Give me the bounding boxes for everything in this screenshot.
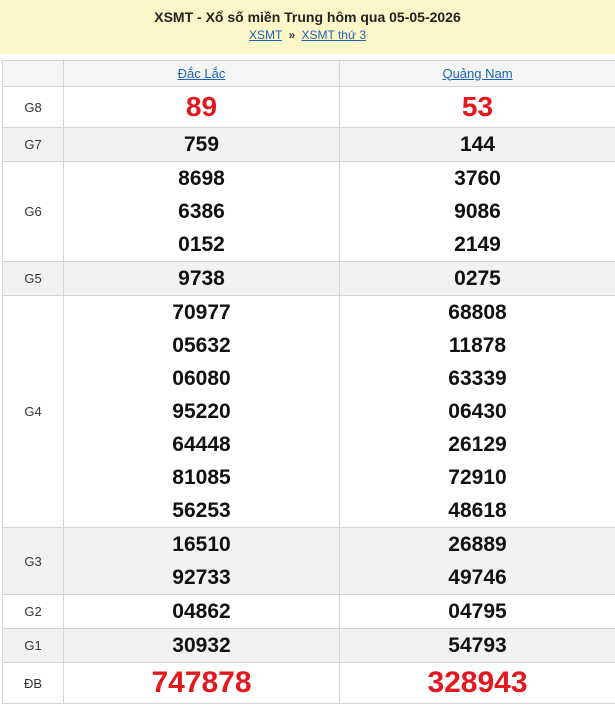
prize-number: 2149 bbox=[454, 233, 501, 256]
prize-number: 0275 bbox=[454, 267, 501, 290]
prize-number: 144 bbox=[459, 133, 496, 156]
prize-row: G1 30932 54793 bbox=[2, 628, 615, 663]
table-header-row: Đắc Lắc Quảng Nam bbox=[2, 60, 615, 87]
prize-cell: 759 bbox=[63, 127, 340, 162]
prize-number: 70977 bbox=[172, 301, 231, 324]
prize-number: 92733 bbox=[172, 566, 231, 589]
prize-number: 81085 bbox=[172, 466, 231, 489]
prize-cell: 26889 49746 bbox=[339, 527, 615, 595]
prize-number: 63339 bbox=[448, 367, 507, 390]
prize-cell: 04862 bbox=[63, 594, 340, 629]
prize-number: 53 bbox=[461, 91, 494, 122]
prize-number: 747878 bbox=[151, 666, 252, 699]
prize-number: 05632 bbox=[172, 334, 231, 357]
prize-label: G2 bbox=[2, 594, 64, 629]
prize-label: G6 bbox=[2, 161, 64, 262]
prize-label: G7 bbox=[2, 127, 64, 162]
prize-number: 0152 bbox=[178, 233, 225, 256]
prize-number: 72910 bbox=[448, 466, 507, 489]
prize-number: 26889 bbox=[448, 533, 507, 556]
prize-row: G3 16510 92733 26889 49746 bbox=[2, 527, 615, 595]
prize-row: G2 04862 04795 bbox=[2, 594, 615, 629]
province-header: Đắc Lắc bbox=[63, 60, 340, 87]
prize-cell: 747878 bbox=[63, 662, 340, 704]
prize-number: 328943 bbox=[427, 666, 528, 699]
page-header: XSMT - Xổ số miền Trung hôm qua 05-05-20… bbox=[0, 0, 615, 54]
prize-label: G5 bbox=[2, 261, 64, 296]
prize-cell: 328943 bbox=[339, 662, 615, 704]
prize-number: 16510 bbox=[172, 533, 231, 556]
prize-cell: 3760 9086 2149 bbox=[339, 161, 615, 262]
prize-number: 54793 bbox=[448, 634, 507, 657]
prize-cell: 53 bbox=[339, 86, 615, 128]
prize-number: 11878 bbox=[448, 334, 507, 357]
prize-number: 30932 bbox=[172, 634, 231, 657]
prize-cell: 8698 6386 0152 bbox=[63, 161, 340, 262]
prize-row: G4 70977 05632 06080 95220 64448 81085 56253 688… bbox=[2, 295, 615, 528]
prize-cell: 68808 11878 63339 06430 26129 72910 48618 bbox=[339, 295, 615, 528]
prize-number: 95220 bbox=[172, 400, 231, 423]
prize-number: 89 bbox=[185, 91, 218, 122]
prize-cell: 9738 bbox=[63, 261, 340, 296]
prize-cell: 144 bbox=[339, 127, 615, 162]
prize-number: 06430 bbox=[448, 400, 507, 423]
prize-row: G5 9738 0275 bbox=[2, 261, 615, 296]
prize-cell: 16510 92733 bbox=[63, 527, 340, 595]
prize-number: 04795 bbox=[448, 600, 507, 623]
breadcrumb-xsmt-link[interactable]: XSMT bbox=[249, 28, 282, 42]
prize-number: 56253 bbox=[172, 499, 231, 522]
breadcrumb-separator: » bbox=[288, 28, 296, 42]
prize-number: 26129 bbox=[448, 433, 507, 456]
prize-number: 49746 bbox=[448, 566, 507, 589]
prize-row: G8 89 53 bbox=[2, 86, 615, 128]
header-corner bbox=[2, 60, 64, 87]
results-table: Đắc Lắc Quảng Nam G8 89 53 G7 759 144 G6 8698 63… bbox=[2, 60, 615, 704]
prize-cell: 70977 05632 06080 95220 64448 81085 56253 bbox=[63, 295, 340, 528]
page-title: XSMT - Xổ số miền Trung hôm qua 05-05-20… bbox=[154, 9, 461, 25]
prize-number: 06080 bbox=[172, 367, 231, 390]
prize-cell: 04795 bbox=[339, 594, 615, 629]
prize-number: 48618 bbox=[448, 499, 507, 522]
prize-label: G1 bbox=[2, 628, 64, 663]
prize-number: 8698 bbox=[178, 167, 225, 190]
prize-cell: 89 bbox=[63, 86, 340, 128]
prize-row: G7 759 144 bbox=[2, 127, 615, 162]
prize-cell: 0275 bbox=[339, 261, 615, 296]
province-link-daclac[interactable]: Đắc Lắc bbox=[178, 66, 226, 81]
prize-cell: 30932 bbox=[63, 628, 340, 663]
prize-number: 9086 bbox=[454, 200, 501, 223]
prize-number: 9738 bbox=[178, 267, 225, 290]
prize-cell: 54793 bbox=[339, 628, 615, 663]
prize-number: 64448 bbox=[172, 433, 231, 456]
prize-label: ĐB bbox=[2, 662, 64, 704]
prize-number: 6386 bbox=[178, 200, 225, 223]
prize-label: G4 bbox=[2, 295, 64, 528]
breadcrumb-xsmt-thu3-link[interactable]: XSMT thứ 3 bbox=[302, 28, 367, 42]
breadcrumb: XSMT » XSMT thứ 3 bbox=[0, 28, 615, 42]
prize-row: ĐB 747878 328943 bbox=[2, 662, 615, 704]
prize-number: 3760 bbox=[454, 167, 501, 190]
prize-number: 04862 bbox=[172, 600, 231, 623]
prize-row: G6 8698 6386 0152 3760 9086 2149 bbox=[2, 161, 615, 262]
province-header: Quảng Nam bbox=[339, 60, 615, 87]
prize-number: 68808 bbox=[448, 301, 507, 324]
prize-label: G8 bbox=[2, 86, 64, 128]
prize-number: 759 bbox=[183, 133, 220, 156]
prize-label: G3 bbox=[2, 527, 64, 595]
province-link-quangnam[interactable]: Quảng Nam bbox=[442, 66, 512, 81]
